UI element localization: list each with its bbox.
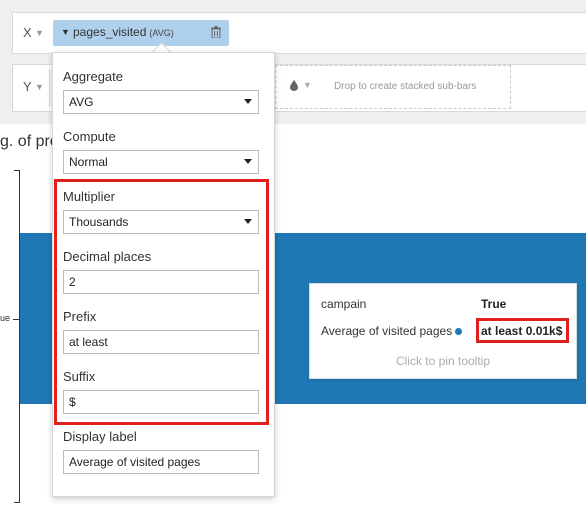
pill-column-name: pages_visited	[73, 25, 147, 39]
pill-aggregation: (AVG)	[149, 28, 174, 38]
display-label-label: Display label	[63, 429, 137, 444]
series-color-dot	[455, 328, 462, 335]
category-tick	[13, 319, 19, 320]
aggregate-label: Aggregate	[63, 69, 123, 84]
y-axis-menu-icon[interactable]: ▼	[35, 82, 44, 92]
color-drop-icon	[290, 80, 298, 91]
aggregate-select[interactable]: AVG	[63, 90, 259, 114]
tooltip-value-measure: at least 0.01k$	[481, 324, 563, 338]
dropdown-arrow-icon	[244, 99, 252, 104]
compute-selected-value: Normal	[69, 155, 108, 169]
trash-icon[interactable]	[211, 26, 221, 38]
category-tick-label: ue	[0, 313, 11, 323]
tooltip-value-campain: True	[481, 297, 507, 311]
axis-tick	[14, 170, 20, 171]
drop-zone-hint: Drop to create stacked sub-bars	[334, 81, 477, 92]
x-axis-menu-icon[interactable]: ▼	[35, 28, 44, 38]
x-axis-column-pill[interactable]: ▼ pages_visited (AVG)	[53, 20, 229, 46]
aggregate-selected-value: AVG	[69, 95, 94, 109]
x-axis-letter: X	[23, 25, 32, 40]
compute-label: Compute	[63, 129, 116, 144]
stack-drop-zone[interactable]: ▼ Drop to create stacked sub-bars	[275, 65, 511, 109]
chevron-down-icon[interactable]: ▼	[303, 80, 312, 90]
display-label-input[interactable]: Average of visited pages	[63, 450, 259, 474]
display-label-value: Average of visited pages	[69, 455, 201, 469]
chart-tooltip[interactable]: campain True Average of visited pages at…	[309, 283, 577, 379]
axis-tick	[14, 502, 20, 503]
x-axis-row: X ▼ ▼ pages_visited (AVG)	[12, 12, 586, 54]
chart-title: g. of pre	[0, 133, 59, 150]
tooltip-key-campain: campain	[321, 297, 367, 311]
chevron-down-icon[interactable]: ▼	[61, 27, 70, 37]
y-axis-letter: Y	[23, 79, 32, 94]
format-options-highlight	[54, 179, 269, 425]
compute-select[interactable]: Normal	[63, 150, 259, 174]
tooltip-key-measure: Average of visited pages	[321, 324, 453, 338]
dropdown-arrow-icon	[244, 159, 252, 164]
tooltip-pin-hint: Click to pin tooltip	[395, 354, 491, 368]
